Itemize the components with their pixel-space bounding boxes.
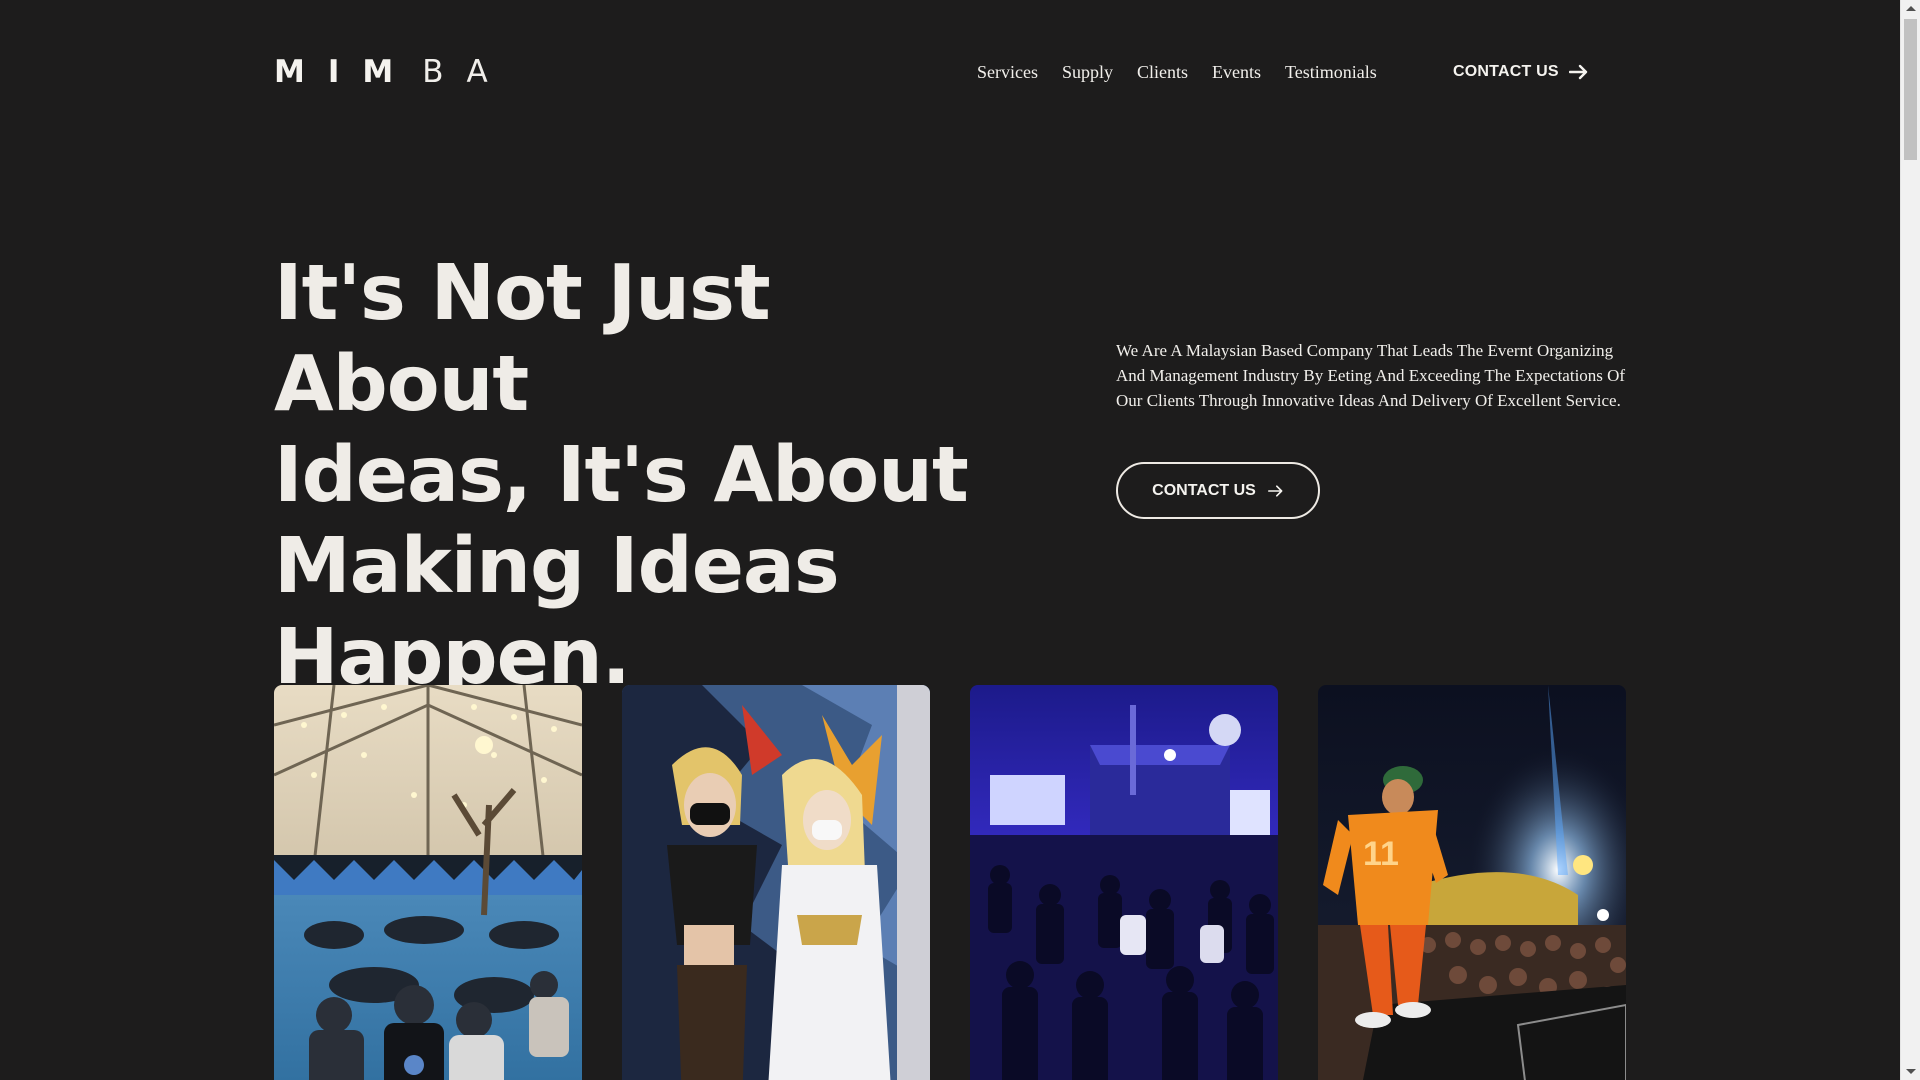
arrow-right-icon (1267, 484, 1283, 497)
nav-testimonials[interactable]: Testimonials (1285, 60, 1377, 84)
headline-line: Ideas, It's About (274, 431, 969, 520)
scroll-up-icon[interactable] (1906, 6, 1916, 11)
nav-clients[interactable]: Clients (1137, 60, 1188, 84)
logo-letter: M (362, 53, 394, 90)
hero-contact-label: CONTACT US (1152, 481, 1256, 499)
concert-stage-crowd-photo[interactable] (970, 685, 1278, 1080)
nav-events[interactable]: Events (1212, 60, 1261, 84)
scroll-down-icon[interactable] (1906, 1069, 1916, 1074)
logo-letter: M (274, 53, 305, 90)
nav-supply[interactable]: Supply (1062, 60, 1113, 84)
event-gallery: 11 (274, 685, 1626, 1080)
logo-letter: B (422, 53, 444, 90)
hero-headline: It's Not Just About Ideas, It's About Ma… (274, 248, 1034, 703)
scroll-thumb[interactable] (1904, 19, 1917, 160)
hero-description: We Are A Malaysian Based Company That Le… (1116, 341, 1626, 410)
logo-letter: I (327, 53, 340, 90)
main-nav: Services Supply Clients Events Testimoni… (977, 60, 1377, 84)
header-contact-button[interactable]: CONTACT US (1453, 60, 1589, 84)
arrow-right-icon (1568, 64, 1587, 80)
performer-on-stage-photo[interactable]: 11 (1318, 685, 1626, 1080)
svg-text:11: 11 (1363, 835, 1399, 873)
festival-tent-crowd-photo[interactable] (274, 685, 582, 1080)
hero-contact-button[interactable]: CONTACT US (1116, 462, 1320, 519)
logo-letter: A (466, 53, 488, 90)
cosplay-photo[interactable] (622, 685, 930, 1080)
nav-services[interactable]: Services (977, 60, 1038, 84)
page-scrollbar[interactable] (1900, 0, 1920, 1080)
header-contact-label: CONTACT US (1453, 63, 1559, 80)
logo[interactable]: M I M B A (274, 56, 488, 88)
headline-line: Making Ideas (274, 522, 840, 611)
headline-line: It's Not Just About (274, 249, 771, 429)
